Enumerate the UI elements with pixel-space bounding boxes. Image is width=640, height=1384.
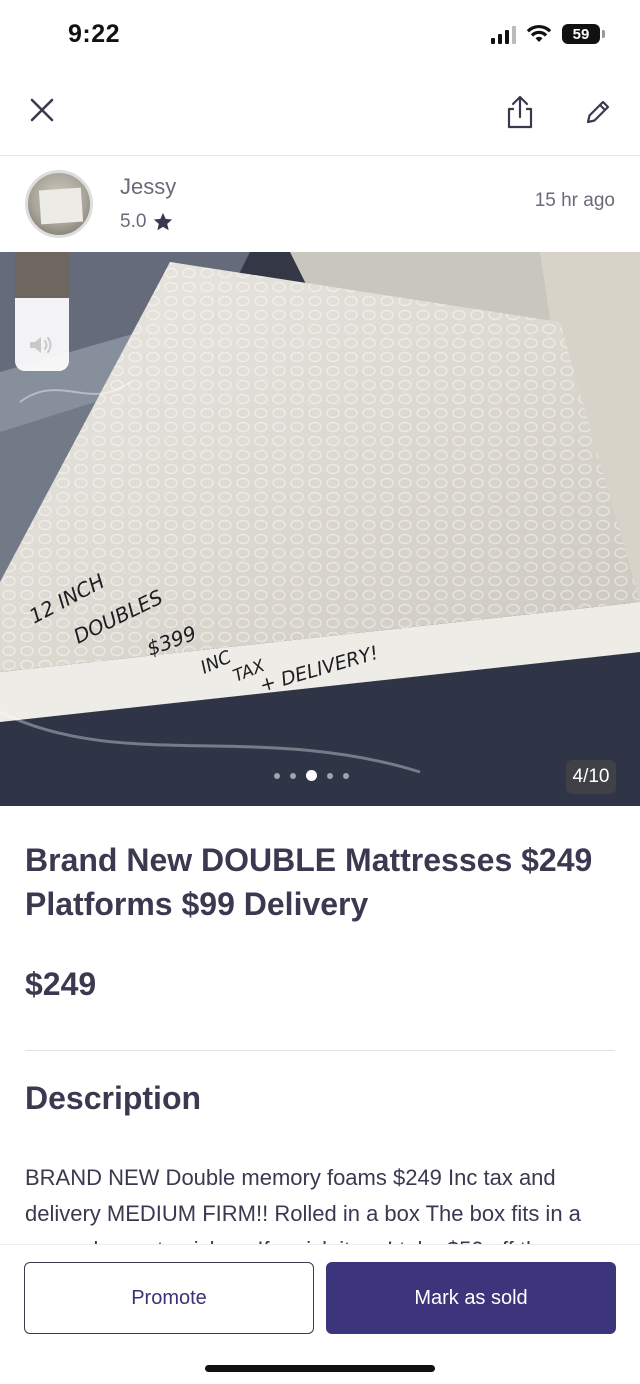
status-bar: 9:22 59 bbox=[0, 0, 640, 70]
sound-toggle-button[interactable] bbox=[15, 330, 69, 360]
mattress-photo: 12 INCH DOUBLES $399 INC TAX + DELIVERY! bbox=[0, 252, 640, 806]
rating-value: 5.0 bbox=[120, 211, 147, 232]
signal-icon bbox=[491, 24, 516, 44]
top-nav bbox=[0, 70, 640, 156]
star-icon bbox=[154, 212, 173, 231]
description-text: BRAND NEW Double memory foams $249 Inc t… bbox=[25, 1165, 581, 1256]
divider bbox=[25, 1050, 615, 1051]
status-time: 9:22 bbox=[68, 20, 121, 48]
description-heading: Description bbox=[25, 1080, 202, 1116]
listing-price: $249 bbox=[25, 966, 97, 1002]
mark-as-sold-button[interactable]: Mark as sold bbox=[326, 1262, 616, 1334]
share-button[interactable] bbox=[500, 92, 540, 132]
pagination-dot[interactable] bbox=[274, 772, 280, 779]
bottom-action-bar: Promote Mark as sold bbox=[0, 1244, 640, 1384]
close-icon bbox=[30, 98, 54, 122]
battery-icon: 59 bbox=[562, 24, 605, 44]
seller-row[interactable]: Jessy 5.0 15 hr ago bbox=[0, 156, 640, 252]
wifi-icon bbox=[526, 24, 552, 42]
status-icons: 59 bbox=[491, 24, 605, 44]
seller-avatar[interactable] bbox=[25, 170, 93, 238]
posted-time: 15 hr ago bbox=[534, 190, 615, 211]
edit-button[interactable] bbox=[578, 92, 618, 132]
home-indicator bbox=[205, 1365, 435, 1372]
pagination-dot[interactable] bbox=[306, 770, 317, 781]
battery-level: 59 bbox=[572, 25, 590, 43]
pagination-dot[interactable] bbox=[290, 772, 296, 779]
share-icon bbox=[507, 95, 533, 129]
photo-pagination-dots[interactable] bbox=[274, 770, 349, 781]
close-button[interactable] bbox=[22, 90, 62, 130]
listing-title: Brand New DOUBLE Mattresses $249 Platfor… bbox=[25, 842, 593, 922]
pagination-dot[interactable] bbox=[343, 772, 349, 779]
promote-button[interactable]: Promote bbox=[24, 1262, 314, 1334]
listing-photo[interactable]: 12 INCH DOUBLES $399 INC TAX + DELIVERY!… bbox=[0, 252, 640, 806]
seller-name[interactable]: Jessy bbox=[120, 174, 176, 200]
photo-counter: 4/10 bbox=[566, 760, 616, 794]
seller-rating: 5.0 bbox=[120, 211, 174, 233]
avatar-sign bbox=[38, 187, 84, 225]
speaker-icon bbox=[30, 337, 52, 353]
pagination-dot[interactable] bbox=[327, 772, 333, 779]
edit-icon bbox=[586, 100, 610, 124]
